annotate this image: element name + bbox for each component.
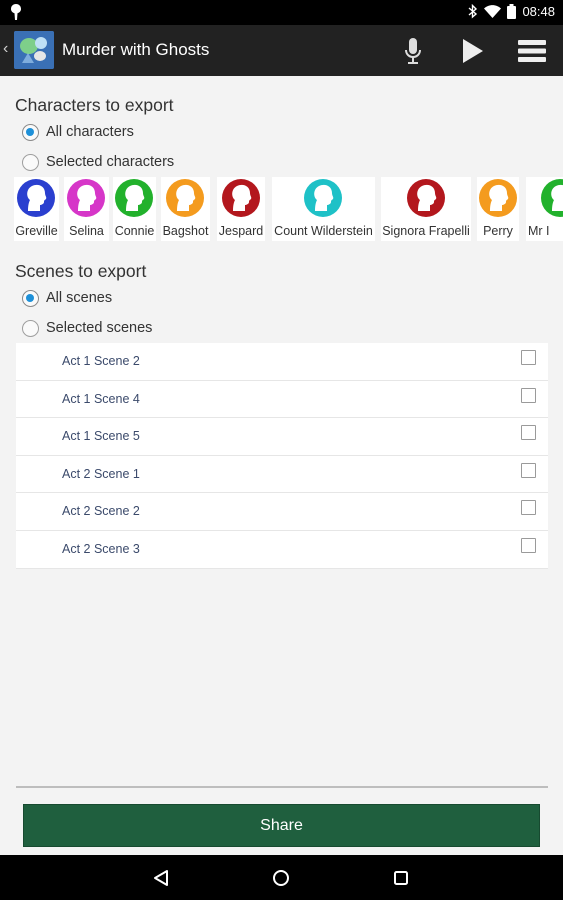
character-name: Perry (483, 224, 513, 238)
status-time: 08:48 (522, 4, 555, 19)
all-scenes-label: All scenes (46, 290, 113, 306)
character-name: Bagshot (162, 224, 209, 238)
radio-button[interactable] (22, 319, 39, 337)
scene-row[interactable]: Act 1 Scene 2 (16, 343, 548, 381)
character-avatar-icon (406, 178, 446, 218)
character-avatar-icon (114, 178, 154, 218)
all-characters-radio[interactable]: All characters (22, 121, 134, 143)
selected-scenes-label: Selected scenes (46, 320, 153, 336)
scene-checkbox[interactable] (521, 387, 536, 403)
recents-nav-icon[interactable] (390, 867, 412, 889)
character-name: Jespard (218, 224, 264, 238)
character-avatar-icon (66, 178, 106, 218)
character-avatar-icon (16, 178, 56, 218)
character-tile-jespard[interactable]: Jespard (217, 177, 265, 241)
selected-characters-radio[interactable]: Selected characters (22, 151, 174, 173)
scene-label: Act 1 Scene 2 (62, 354, 140, 368)
microphone-icon[interactable] (395, 33, 431, 69)
battery-icon (507, 4, 517, 19)
share-button[interactable]: Share (23, 804, 540, 847)
character-avatar-icon (165, 178, 205, 218)
character-avatar-icon (478, 178, 518, 218)
character-name: Selina (69, 224, 104, 238)
all-characters-label: All characters (46, 124, 134, 140)
character-tile-perry[interactable]: Perry (477, 177, 519, 241)
scene-label: Act 2 Scene 3 (62, 541, 140, 556)
characters-section-title: Characters to export (15, 95, 174, 115)
selected-scenes-radio[interactable]: Selected scenes (22, 317, 152, 339)
scene-label: Act 2 Scene 1 (62, 466, 140, 481)
system-nav-bar (0, 855, 563, 900)
scene-label: Act 1 Scene 5 (62, 429, 140, 444)
character-avatar-icon (303, 178, 343, 218)
scene-row[interactable]: Act 2 Scene 1 (16, 455, 548, 494)
character-avatar-icon (540, 178, 563, 218)
scene-row[interactable]: Act 1 Scene 5 (16, 418, 548, 456)
app-logo-icon[interactable] (14, 31, 54, 69)
radio-button[interactable] (22, 153, 39, 171)
scenes-section-title: Scenes to export (15, 261, 147, 281)
play-icon[interactable] (455, 33, 491, 69)
up-caret-icon[interactable]: ‹ (3, 40, 8, 58)
character-tile-mr-i[interactable]: Mr I (526, 177, 563, 241)
status-bar: 08:48 (0, 0, 563, 25)
character-name: Connie (114, 224, 155, 238)
character-avatar-icon (221, 178, 261, 218)
wifi-icon (484, 5, 502, 18)
character-tile-bagshot[interactable]: Bagshot (161, 177, 210, 241)
app-title: Murder with Ghosts (62, 40, 210, 59)
radio-button-checked[interactable] (22, 123, 39, 141)
character-name: Greville (15, 224, 58, 238)
character-name: Signora Frapelli (382, 224, 470, 238)
scene-list: Act 1 Scene 2 Act 1 Scene 4 Act 1 Scene … (16, 343, 548, 569)
scene-label: Act 2 Scene 2 (62, 504, 140, 519)
character-tile-count-wilderstein[interactable]: Count Wilderstein (272, 177, 375, 241)
home-nav-icon[interactable] (270, 867, 292, 889)
character-tile-connie[interactable]: Connie (113, 177, 156, 241)
character-tile-greville[interactable]: Greville (14, 177, 59, 241)
scene-row[interactable]: Act 1 Scene 4 (16, 380, 548, 419)
radio-button-checked[interactable] (22, 289, 39, 307)
character-tile-selina[interactable]: Selina (64, 177, 109, 241)
character-name: Mr I (528, 224, 550, 238)
scene-row[interactable]: Act 2 Scene 2 (16, 493, 548, 531)
back-nav-icon[interactable] (150, 867, 172, 889)
scene-checkbox[interactable] (521, 537, 536, 553)
scene-checkbox[interactable] (521, 350, 536, 365)
character-name: Count Wilderstein (274, 224, 373, 238)
scene-checkbox[interactable] (521, 462, 536, 478)
action-bar: ‹ Murder with Ghosts (0, 25, 563, 76)
bluetooth-icon (468, 4, 478, 19)
scene-checkbox[interactable] (521, 425, 536, 441)
character-strip: Greville Selina Connie Bagshot Jespard C… (14, 177, 563, 241)
all-scenes-radio[interactable]: All scenes (22, 287, 112, 309)
menu-icon[interactable] (514, 33, 550, 69)
scene-label: Act 1 Scene 4 (62, 391, 140, 406)
scene-checkbox[interactable] (521, 500, 536, 516)
character-tile-signora-frapelli[interactable]: Signora Frapelli (381, 177, 471, 241)
selected-characters-label: Selected characters (46, 154, 175, 170)
divider (16, 786, 548, 788)
scene-row[interactable]: Act 2 Scene 3 (16, 530, 548, 569)
location-pin-icon (10, 4, 22, 20)
